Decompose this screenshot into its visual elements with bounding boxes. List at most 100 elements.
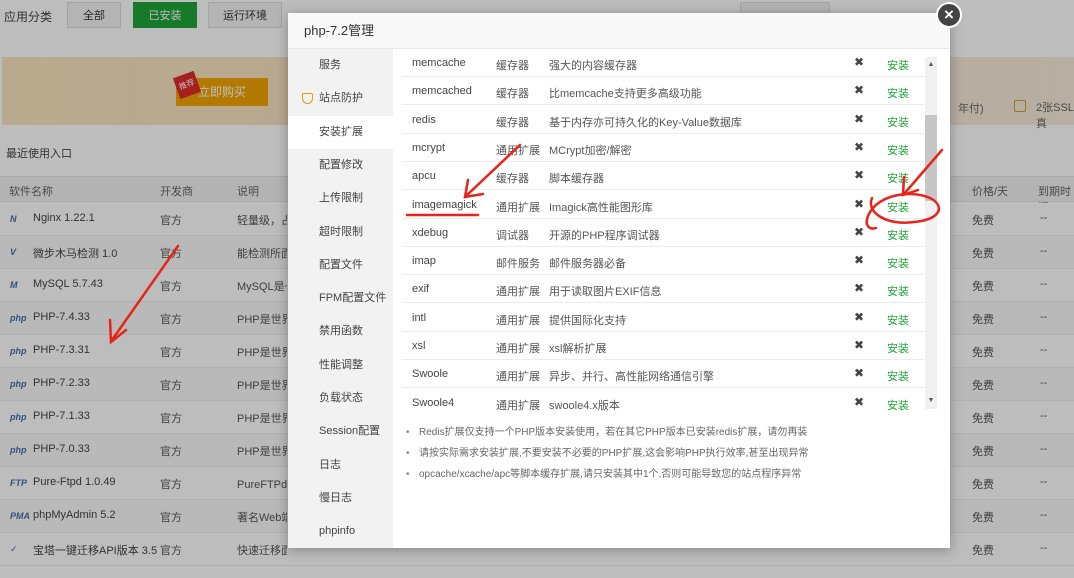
extension-row: mcrypt 通用扩展 MCrypt加密/解密 ✖ 安装 — [402, 134, 924, 162]
sidebar-item[interactable]: 禁用函数 — [288, 315, 393, 348]
install-button[interactable]: 安装 — [887, 312, 909, 328]
install-button[interactable]: 安装 — [887, 114, 909, 130]
sidebar-item-label: 日志 — [319, 458, 341, 471]
sidebar-item[interactable]: 负载状态 — [288, 382, 393, 415]
extension-row: memcached 缓存器 比memcache支持更多高级功能 ✖ 安装 — [402, 77, 924, 106]
install-button[interactable]: 安装 — [887, 227, 909, 243]
not-installed-icon: ✖ — [854, 139, 865, 154]
sidebar-item[interactable]: 配置修改 — [288, 149, 393, 182]
sidebar-item[interactable]: 配置文件 — [288, 249, 393, 282]
extension-name: imagemagick — [412, 198, 477, 211]
install-button[interactable]: 安装 — [887, 142, 909, 158]
sidebar-item-label: FPM配置文件 — [319, 292, 387, 305]
extension-desc: 开源的PHP程序调试器 — [549, 229, 660, 242]
extension-name: Swoole — [412, 368, 449, 381]
extension-desc: swoole4.x版本 — [549, 399, 620, 412]
note-item: opcache/xcache/apc等脚本缓存扩展,请只安装其中1个,否则可能导… — [404, 466, 934, 487]
sidebar-item-label: 配置修改 — [319, 158, 363, 171]
extension-desc: 基于内存亦可持久化的Key-Value数据库 — [549, 116, 742, 129]
scroll-up-arrow-icon[interactable]: ▲ — [925, 59, 937, 71]
sidebar-item-label: 负载状态 — [319, 392, 363, 404]
extension-name: xsl — [412, 340, 426, 352]
install-button[interactable]: 安装 — [887, 85, 909, 101]
scroll-down-arrow-icon[interactable]: ▼ — [925, 395, 937, 407]
install-button[interactable]: 安装 — [887, 57, 909, 73]
install-button[interactable]: 安装 — [887, 397, 909, 413]
install-button[interactable]: 安装 — [887, 368, 909, 384]
scrollbar-track[interactable] — [925, 57, 937, 409]
sidebar-item[interactable]: 安装扩展 — [288, 115, 393, 149]
sidebar-item-label: 站点防护 — [319, 92, 363, 105]
not-installed-icon: ✖ — [854, 366, 865, 381]
sidebar-item[interactable]: 上传限制 — [288, 182, 393, 215]
sidebar-item[interactable]: 服务 — [288, 49, 393, 82]
extension-desc: 比memcache支持更多高级功能 — [549, 88, 702, 101]
sidebar-item-label: 上传限制 — [319, 192, 363, 205]
scrollbar-thumb[interactable] — [925, 115, 937, 201]
not-installed-icon: ✖ — [854, 168, 865, 183]
note-item: 请按实际需求安装扩展,不要安装不必要的PHP扩展,这会影响PHP执行效率,甚至出… — [404, 445, 934, 466]
dialog-title: php-7.2管理 — [288, 13, 950, 49]
sidebar-item-label: 慢日志 — [319, 491, 352, 504]
not-installed-icon: ✖ — [854, 224, 865, 239]
extension-type: 缓存器 — [496, 116, 529, 129]
not-installed-icon: ✖ — [854, 338, 865, 352]
extension-name: imap — [412, 255, 436, 268]
install-button[interactable]: 安装 — [887, 199, 909, 215]
extension-row: imap 邮件服务 邮件服务器必备 ✖ 安装 — [402, 247, 924, 276]
close-icon[interactable]: × — [936, 2, 962, 28]
extension-type: 通用扩展 — [496, 286, 540, 299]
extension-row: redis 缓存器 基于内存亦可持久化的Key-Value数据库 ✖ 安装 — [402, 106, 924, 134]
extension-type: 通用扩展 — [496, 201, 540, 214]
sidebar-item[interactable]: 超时限制 — [288, 216, 393, 249]
sidebar-item-label: Session配置 — [319, 425, 381, 438]
extension-desc: 强大的内容缓存器 — [549, 60, 637, 72]
not-installed-icon: ✖ — [854, 309, 865, 324]
dialog-sidebar: 服务站点防护安装扩展配置修改上传限制超时限制配置文件 FPM配置文件禁用函数 性能调… — [288, 49, 393, 548]
not-installed-icon: ✖ — [854, 55, 865, 69]
extension-desc: 提供国际化支持 — [549, 314, 626, 327]
not-installed-icon: ✖ — [854, 394, 865, 409]
extension-desc: 邮件服务器必备 — [549, 258, 626, 271]
install-button[interactable]: 安装 — [887, 283, 909, 299]
sidebar-item[interactable]: 慢日志 — [288, 482, 393, 515]
sidebar-item[interactable]: 站点防护 — [288, 82, 393, 115]
extension-desc: 用于读取图片EXIF信息 — [549, 286, 662, 299]
extension-notes: Redis扩展仅支持一个PHP版本安装使用，若在其它PHP版本已安装redis扩… — [404, 424, 934, 487]
install-button[interactable]: 安装 — [887, 255, 909, 271]
extension-desc: 脚本缓存器 — [549, 173, 604, 186]
sidebar-item[interactable]: 性能调整 — [288, 349, 393, 382]
extension-row: memcache 缓存器 强大的内容缓存器 ✖ 安装 — [402, 49, 924, 77]
extension-desc: Imagick高性能图形库 — [549, 201, 653, 214]
extension-row: imagemagick 通用扩展 Imagick高性能图形库 ✖ 安装 — [402, 191, 924, 219]
sidebar-item[interactable]: 日志 — [288, 449, 393, 482]
extension-row: Swoole4 通用扩展 swoole4.x版本 ✖ 安装 — [402, 389, 924, 416]
extension-desc: MCrypt加密/解密 — [549, 144, 632, 157]
extension-desc: xsl解析扩展 — [549, 343, 607, 355]
not-installed-icon: ✖ — [854, 83, 865, 98]
not-installed-icon: ✖ — [854, 253, 865, 268]
extension-type: 缓存器 — [496, 88, 529, 101]
extension-name: Swoole4 — [412, 396, 455, 409]
install-button[interactable]: 安装 — [887, 170, 909, 186]
extension-row: Swoole 通用扩展 异步、并行、高性能网络通信引擎 ✖ 安装 — [402, 360, 924, 389]
sidebar-item-label: 配置文件 — [319, 258, 363, 271]
extension-name: apcu — [412, 170, 436, 183]
extension-type: 通用扩展 — [496, 343, 540, 355]
sidebar-item[interactable]: Session配置 — [288, 415, 393, 448]
extension-name: redis — [412, 113, 436, 126]
extension-name: exif — [412, 283, 430, 296]
extension-type: 通用扩展 — [496, 314, 540, 327]
extension-row: apcu 缓存器 脚本缓存器 ✖ 安装 — [402, 162, 924, 191]
extension-name: mcrypt — [412, 141, 445, 154]
not-installed-icon: ✖ — [854, 196, 865, 211]
install-button[interactable]: 安装 — [887, 340, 909, 356]
sidebar-item[interactable]: phpinfo — [288, 515, 393, 548]
extension-type: 缓存器 — [496, 60, 529, 72]
sidebar-item[interactable]: FPM配置文件 — [288, 282, 393, 315]
extension-name: memcached — [412, 85, 472, 98]
extension-type: 调试器 — [496, 229, 529, 242]
not-installed-icon: ✖ — [854, 111, 865, 126]
sidebar-item-label: 安装扩展 — [319, 125, 363, 138]
extension-type: 通用扩展 — [496, 399, 540, 412]
